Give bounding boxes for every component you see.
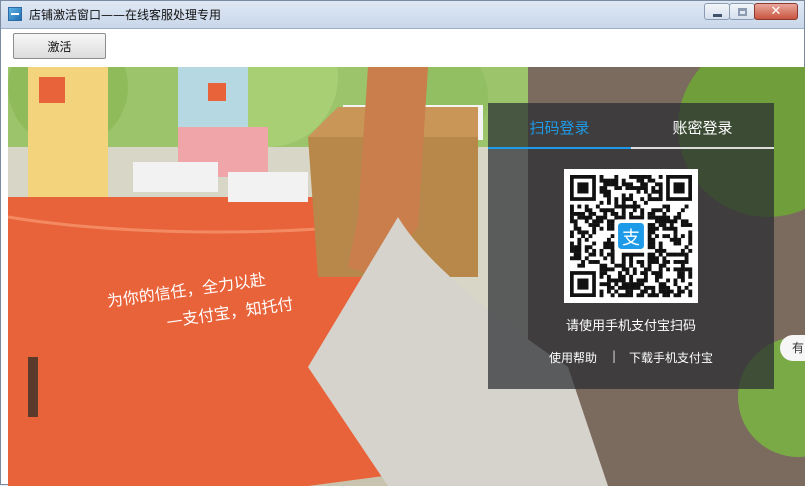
side-help-tab[interactable]: 有 <box>780 335 805 361</box>
maximize-button[interactable] <box>729 3 755 20</box>
promo-illustration: 为你的信任，全力以赴 —支付宝，知托付 扫码登录 账密登录 支 请使用手机支付宝… <box>8 67 805 486</box>
login-panel: 扫码登录 账密登录 支 请使用手机支付宝扫码 使用帮助 | 下载手机支付宝 <box>488 103 774 389</box>
window-controls: ✕ <box>704 3 798 21</box>
minimize-button[interactable] <box>704 3 730 20</box>
minimize-icon <box>713 14 722 17</box>
qr-code: 支 <box>564 169 698 303</box>
svg-text:支: 支 <box>622 228 640 249</box>
title-bar[interactable]: 店铺激活窗口——在线客服处理专用 ✕ <box>1 1 804 29</box>
qr-caption: 请使用手机支付宝扫码 <box>565 319 696 334</box>
tab-password-login[interactable]: 账密登录 <box>631 117 774 149</box>
help-link[interactable]: 使用帮助 <box>549 349 597 366</box>
maximize-icon <box>738 8 747 16</box>
link-separator: | <box>612 349 617 363</box>
close-button[interactable]: ✕ <box>754 3 798 20</box>
app-window: 店铺激活窗口——在线客服处理专用 ✕ 激活 为你的信任，全力以赴 —支付宝，知托… <box>0 0 805 486</box>
close-icon: ✕ <box>770 4 782 19</box>
app-window-icon <box>8 7 22 21</box>
activate-button[interactable]: 激活 <box>13 33 106 59</box>
window-title: 店铺激活窗口——在线客服处理专用 <box>29 8 222 22</box>
toolbar: 激活 <box>1 29 804 67</box>
qr-code-image: 支 <box>570 175 693 298</box>
download-alipay-link[interactable]: 下载手机支付宝 <box>629 349 713 366</box>
tab-scan-login[interactable]: 扫码登录 <box>488 117 631 149</box>
